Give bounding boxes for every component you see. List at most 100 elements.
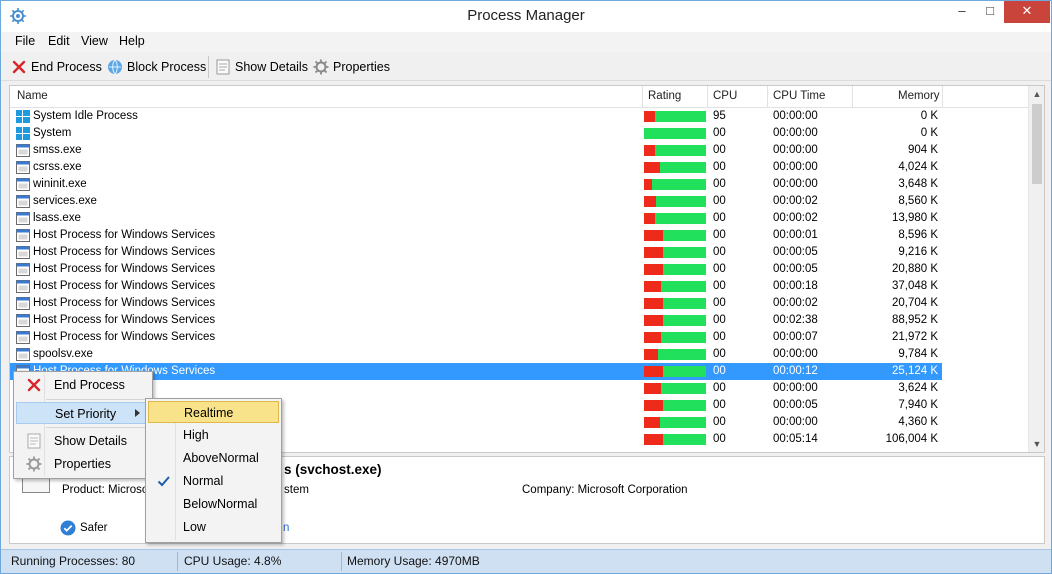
app-window-icon (16, 348, 30, 361)
red-x-icon (27, 378, 41, 392)
rating-bar-fill (644, 213, 655, 224)
ctx-show-details[interactable]: Show Details (16, 430, 150, 452)
ctx-end-process[interactable]: End Process (16, 374, 150, 396)
process-cpu: 00 (713, 382, 726, 394)
column-memory[interactable]: Memory (898, 90, 940, 102)
close-button[interactable]: ✕ (1004, 1, 1050, 23)
scroll-up-icon[interactable]: ▲ (1029, 86, 1044, 102)
status-bar: Running Processes: 80 CPU Usage: 4.8% Me… (1, 549, 1051, 573)
rating-bar (644, 213, 706, 224)
list-header: Name Rating CPU CPU Time Memory (10, 86, 1028, 108)
process-memory: 904 K (907, 144, 938, 156)
table-row[interactable]: services.exe 00 00:00:02 8,560 K (10, 193, 1028, 210)
process-memory: 3,624 K (898, 382, 938, 394)
status-separator (341, 552, 342, 571)
priority-below-normal[interactable]: BelowNormal (148, 493, 279, 515)
properties-button[interactable]: Properties (313, 57, 390, 77)
table-row[interactable]: Host Process for Windows Services 00 00:00… (10, 295, 1028, 312)
table-row[interactable]: Host Process for Windows Services 00 00:00… (10, 329, 1028, 346)
process-cpu-time: 00:00:12 (773, 365, 818, 377)
process-memory: 37,048 K (891, 280, 938, 292)
process-name: Host Process for Windows Services (33, 297, 216, 309)
process-name: csrss.exe (33, 161, 82, 173)
end-process-button[interactable]: End Process (11, 57, 102, 77)
check-circle-icon (60, 520, 76, 536)
vertical-scrollbar[interactable]: ▲ ▼ (1028, 86, 1044, 452)
column-divider (767, 86, 768, 108)
column-rating[interactable]: Rating (648, 90, 681, 102)
table-row[interactable]: Host Process for Windows Services 00 00:00… (10, 227, 1028, 244)
priority-high[interactable]: High (148, 424, 279, 446)
process-cpu-time: 00:00:05 (773, 263, 818, 275)
process-cpu: 00 (713, 195, 726, 207)
column-cpu-time[interactable]: CPU Time (773, 90, 825, 102)
table-row[interactable]: spoolsv.exe 00 00:00:00 9,784 K (10, 346, 1028, 363)
menu-view[interactable]: View (81, 34, 108, 48)
process-memory: 4,360 K (898, 416, 938, 428)
details-document-icon (27, 433, 41, 449)
table-row[interactable]: Host Process for Windows Services 00 00:02… (10, 312, 1028, 329)
priority-submenu: Realtime High AboveNormal Normal BelowNo… (145, 398, 282, 543)
app-window-icon (16, 161, 30, 174)
table-row[interactable]: smss.exe 00 00:00:00 904 K (10, 142, 1028, 159)
ctx-properties[interactable]: Properties (16, 453, 150, 475)
process-memory: 4,024 K (898, 161, 938, 173)
process-cpu: 00 (713, 161, 726, 173)
table-row[interactable]: lsass.exe 00 00:00:02 13,980 K (10, 210, 1028, 227)
table-row[interactable]: Host Process for Windows Services 00 00:00… (10, 278, 1028, 295)
menu-help[interactable]: Help (119, 34, 145, 48)
block-process-button[interactable]: Block Process (107, 57, 206, 77)
priority-above-normal-label: AboveNormal (183, 451, 259, 465)
process-cpu-time: 00:02:38 (773, 314, 818, 326)
table-row[interactable]: Service0000:00:003,624 K (10, 380, 1028, 397)
rating-bar-fill (644, 145, 655, 156)
process-cpu-time: 00:00:05 (773, 246, 818, 258)
column-cpu[interactable]: CPU (713, 90, 737, 102)
menu-edit[interactable]: Edit (48, 34, 70, 48)
priority-high-label: High (183, 428, 209, 442)
rating-bar (644, 111, 706, 122)
minimize-button[interactable]: ‒ (948, 1, 976, 23)
app-window-icon (16, 212, 30, 225)
window-title: Process Manager (467, 7, 585, 24)
process-cpu-time: 00:00:18 (773, 280, 818, 292)
table-row[interactable]: System Idle Process 95 00:00:00 0 K (10, 108, 1028, 125)
rating-bar-fill (644, 434, 663, 445)
process-cpu: 00 (713, 229, 726, 241)
end-process-label: End Process (31, 60, 102, 74)
ctx-set-priority-label: Set Priority (55, 407, 117, 421)
menu-file[interactable]: File (15, 34, 35, 48)
maximize-button[interactable]: □ (976, 1, 1004, 23)
gear-icon (26, 456, 42, 472)
ctx-end-process-label: End Process (54, 378, 125, 392)
table-row[interactable]: csrss.exe 00 00:00:00 4,024 K (10, 159, 1028, 176)
table-row[interactable]: Host Process for Windows Services 00 00:00… (10, 244, 1028, 261)
app-window-icon (16, 144, 30, 157)
table-row[interactable]: System 00 00:00:00 0 K (10, 125, 1028, 142)
priority-normal[interactable]: Normal (148, 470, 279, 492)
priority-low[interactable]: Low (148, 516, 279, 538)
rating-bar (644, 128, 706, 139)
process-cpu: 00 (713, 314, 726, 326)
rating-bar (644, 434, 706, 445)
process-memory: 0 K (920, 127, 938, 139)
process-memory: 20,880 K (891, 263, 938, 275)
rating-bar-fill (644, 332, 661, 343)
rating-bar-fill (644, 349, 658, 360)
toolbar-separator (208, 56, 209, 78)
table-row[interactable]: wininit.exe 00 00:00:00 3,648 K (10, 176, 1028, 193)
process-cpu-time: 00:00:00 (773, 144, 818, 156)
priority-above-normal[interactable]: AboveNormal (148, 447, 279, 469)
details-link[interactable]: n (283, 522, 289, 534)
priority-realtime[interactable]: Realtime (148, 401, 279, 423)
column-name[interactable]: Name (17, 90, 48, 102)
priority-normal-label: Normal (183, 474, 224, 488)
details-title: s (svchost.exe) (284, 462, 382, 477)
table-row[interactable]: Host Process for Windows Services 00 00:00… (10, 261, 1028, 278)
context-menu: End Process Set Priority Show Details Pr… (13, 371, 153, 479)
rating-bar (644, 145, 706, 156)
scroll-thumb[interactable] (1032, 104, 1042, 184)
scroll-down-icon[interactable]: ▼ (1029, 436, 1044, 452)
show-details-button[interactable]: Show Details (215, 57, 308, 77)
ctx-set-priority[interactable]: Set Priority (16, 402, 150, 424)
